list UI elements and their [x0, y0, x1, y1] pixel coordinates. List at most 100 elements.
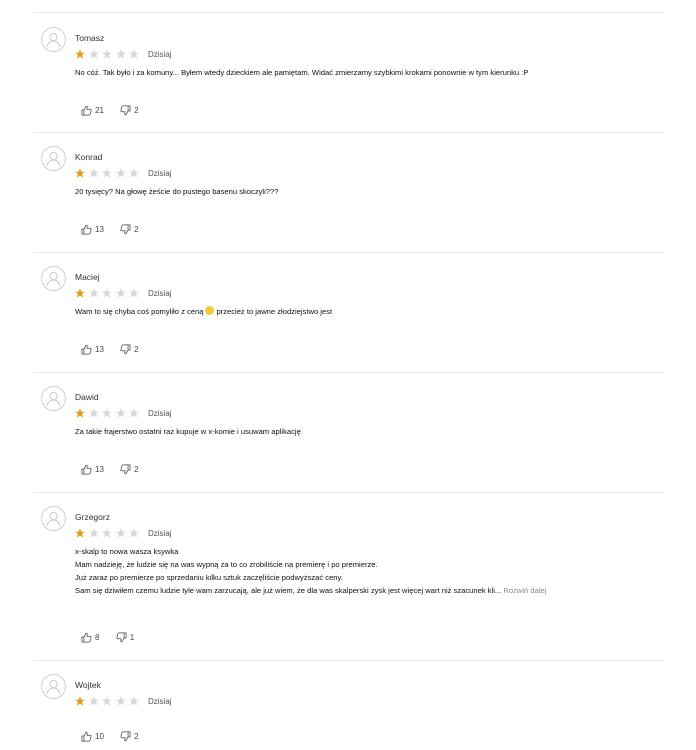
user-avatar-icon [41, 386, 66, 411]
star-rating [75, 696, 143, 706]
divider [33, 372, 665, 373]
user-avatar-icon [41, 674, 66, 699]
star-icon [75, 168, 85, 178]
reviewer-name: Maciej [75, 272, 100, 282]
star-icon [102, 408, 112, 418]
review-text-line: Sam się dziwiłem czemu ludzie tyle wam z… [75, 584, 675, 597]
star-rating [75, 288, 143, 298]
dislike-count: 2 [134, 465, 139, 474]
reviewer-name: Dawid [75, 392, 99, 402]
star-icon [88, 49, 99, 59]
like-count: 13 [95, 225, 104, 234]
star-icon [115, 49, 126, 59]
review-text-line: Wam to się chyba coś pomyliło z ceną prze… [75, 305, 675, 318]
review-text: Wam to się chyba coś pomyliło z ceną prze… [75, 305, 675, 318]
reviewer-name: Tomasz [75, 33, 105, 43]
vote-bar: 10 2 [81, 731, 153, 743]
like-button[interactable]: 13 [81, 464, 104, 475]
dislike-count: 2 [134, 345, 139, 354]
like-button[interactable]: 21 [81, 105, 104, 116]
star-icon [102, 288, 112, 298]
star-icon [88, 696, 99, 706]
divider [33, 132, 665, 133]
review-text: 20 tysięcy? Na głowę żeście do pustego b… [75, 185, 675, 198]
user-avatar-icon [41, 146, 66, 171]
star-icon [88, 288, 99, 298]
star-icon [129, 528, 139, 538]
thumbs-up-icon [81, 731, 92, 742]
thumbs-down-icon [120, 464, 131, 475]
dislike-count: 1 [129, 633, 135, 642]
user-avatar-icon [41, 266, 66, 291]
review-date: Dzisiaj [148, 289, 172, 298]
review-text-line: Mam nadzieję, że ludzie się na was wypną… [75, 560, 378, 569]
like-count: 13 [95, 345, 104, 354]
star-icon [75, 49, 85, 59]
like-count: 13 [95, 465, 104, 474]
star-icon [129, 49, 139, 59]
reviewer-name: Wojtek [75, 680, 101, 690]
dislike-button[interactable]: 2 [120, 731, 139, 742]
thumbs-down-icon [120, 731, 131, 742]
user-avatar-icon [41, 506, 66, 531]
expand-review-link[interactable]: Rozwiń dalej [503, 586, 546, 595]
star-icon [88, 168, 99, 178]
star-icon [102, 528, 112, 538]
thumbs-up-icon [81, 105, 92, 116]
star-icon [129, 288, 139, 298]
thumbs-up-icon [81, 632, 92, 643]
star-icon [75, 696, 85, 706]
review-text: Za takie frajerstwo ostatni raz kupuje w… [75, 425, 675, 438]
star-icon [129, 168, 139, 178]
star-icon [88, 408, 99, 418]
star-icon [115, 696, 126, 706]
star-icon [88, 528, 99, 538]
thumbs-down-icon [116, 632, 127, 643]
dislike-button[interactable]: 2 [120, 344, 139, 355]
review-text-part: Wam to się chyba coś pomyliło z ceną [75, 307, 204, 316]
star-rating [75, 168, 143, 178]
reviewer-name: Grzegorz [75, 512, 110, 522]
star-icon [115, 528, 126, 538]
like-button[interactable]: 8 [81, 632, 99, 643]
review-text-line: x-skalp to nowa wasza ksywka [75, 547, 179, 556]
dislike-button[interactable]: 2 [120, 464, 139, 475]
like-button[interactable]: 10 [81, 731, 104, 742]
like-count: 10 [95, 732, 104, 741]
vote-bar: 21 2 [81, 105, 153, 117]
star-icon [75, 288, 85, 298]
dislike-count: 2 [134, 106, 139, 115]
review-text-part: Sam się dziwiłem czemu ludzie tyle wam z… [75, 586, 502, 595]
review-date: Dzisiaj [148, 697, 172, 706]
thumbs-up-icon [81, 224, 92, 235]
dislike-button[interactable]: 2 [120, 105, 139, 116]
thumbs-down-icon [120, 344, 131, 355]
review-date: Dzisiaj [148, 409, 172, 418]
reviews-list: Tomasz Dzisiaj No cóż. Tak było i za kom… [0, 0, 696, 750]
like-button[interactable]: 13 [81, 344, 104, 355]
dislike-button[interactable]: 2 [120, 224, 139, 235]
star-icon [115, 288, 126, 298]
vote-bar: 13 2 [81, 224, 153, 236]
review-date: Dzisiaj [148, 50, 172, 59]
star-icon [102, 168, 112, 178]
reviewer-name: Konrad [75, 152, 103, 162]
thumbs-down-icon [120, 224, 131, 235]
review-text-line: 20 tysięcy? Na głowę żeście do pustego b… [75, 187, 279, 196]
dislike-count: 2 [134, 732, 139, 741]
thumbs-down-icon [120, 105, 131, 116]
divider [33, 492, 665, 493]
star-icon [129, 696, 139, 706]
star-icon [115, 168, 126, 178]
review-text-line: Za takie frajerstwo ostatni raz kupuje w… [75, 427, 301, 436]
vote-bar: 13 2 [81, 464, 153, 476]
star-rating [75, 528, 143, 538]
dislike-button[interactable]: 1 [116, 632, 134, 643]
user-avatar-icon [41, 27, 66, 52]
review-date: Dzisiaj [148, 529, 172, 538]
divider [33, 12, 665, 13]
thumbs-up-icon [81, 464, 92, 475]
review-date: Dzisiaj [148, 169, 172, 178]
like-button[interactable]: 13 [81, 224, 104, 235]
review-text-line: No cóż. Tak było i za komuny... Byłem wt… [75, 68, 529, 77]
